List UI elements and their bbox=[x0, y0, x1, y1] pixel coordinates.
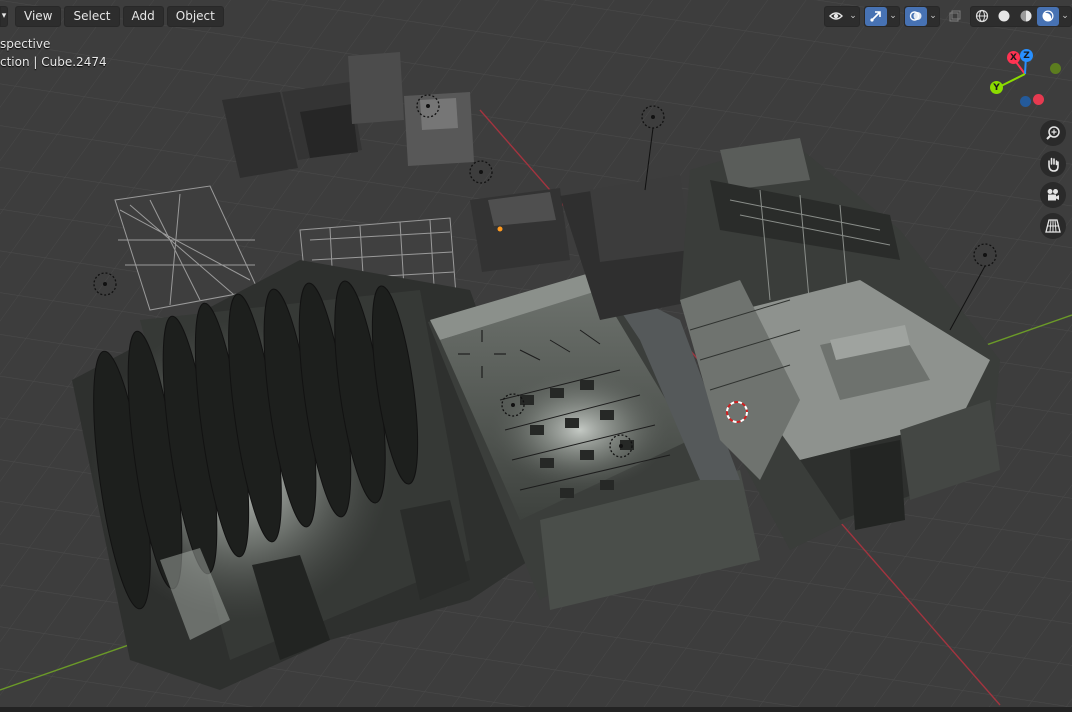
object-origin bbox=[497, 226, 503, 232]
gizmo-arrow-icon[interactable] bbox=[865, 6, 887, 26]
camera-icon[interactable] bbox=[1040, 182, 1066, 208]
view-menu[interactable]: View bbox=[15, 5, 62, 27]
solid-shading-icon[interactable] bbox=[993, 7, 1015, 26]
gizmo-dropdown[interactable]: ⌄ bbox=[887, 7, 899, 26]
view-name-label: spective bbox=[0, 37, 51, 51]
overlay-dropdown[interactable]: ⌄ bbox=[927, 7, 939, 26]
shading-group: ⌄ bbox=[970, 5, 1072, 27]
material-shading-icon[interactable] bbox=[1015, 7, 1037, 26]
editor-type-glyph: ▾ bbox=[1, 11, 7, 21]
add-menu[interactable]: Add bbox=[122, 5, 164, 27]
3d-viewport[interactable] bbox=[0, 0, 1072, 712]
eye-icon[interactable] bbox=[825, 7, 847, 26]
bottom-border bbox=[0, 707, 1072, 712]
header-tools: ⌄ ⌄ ⌄ ⌄ bbox=[824, 5, 1072, 27]
gizmo-neg-y-axis[interactable] bbox=[1050, 63, 1061, 74]
header-menubar: ▾ View Select Add Object bbox=[0, 5, 224, 27]
select-menu[interactable]: Select bbox=[64, 5, 120, 27]
xray-icon[interactable] bbox=[944, 7, 966, 26]
navigation-gizmo[interactable]: X Z Y bbox=[980, 44, 1070, 114]
gizmo-x-axis[interactable]: X bbox=[1007, 51, 1020, 64]
gizmo-z-axis[interactable]: Z bbox=[1020, 49, 1033, 62]
gizmo-neg-z-axis[interactable] bbox=[1020, 96, 1031, 107]
gizmo-y-axis[interactable]: Y bbox=[990, 81, 1003, 94]
visibility-group: ⌄ bbox=[824, 5, 860, 27]
collection-info-label: ction | Cube.2474 bbox=[0, 55, 107, 69]
editor-type-button[interactable]: ▾ bbox=[0, 5, 8, 27]
overlay-group: ⌄ bbox=[904, 5, 940, 27]
visibility-dropdown[interactable]: ⌄ bbox=[847, 7, 859, 26]
gizmo-neg-x-axis[interactable] bbox=[1033, 94, 1044, 105]
gizmo-group: ⌄ bbox=[864, 5, 900, 27]
rendered-shading-icon[interactable] bbox=[1037, 6, 1059, 26]
shading-dropdown[interactable]: ⌄ bbox=[1059, 7, 1071, 26]
wireframe-shading-icon[interactable] bbox=[971, 7, 993, 26]
overlay-circles-icon[interactable] bbox=[905, 6, 927, 26]
hand-pan-icon[interactable] bbox=[1040, 151, 1066, 177]
object-menu[interactable]: Object bbox=[166, 5, 224, 27]
viewport-scene bbox=[0, 0, 1072, 712]
grid-ortho-icon[interactable] bbox=[1040, 213, 1066, 239]
zoom-icon[interactable] bbox=[1040, 120, 1066, 146]
